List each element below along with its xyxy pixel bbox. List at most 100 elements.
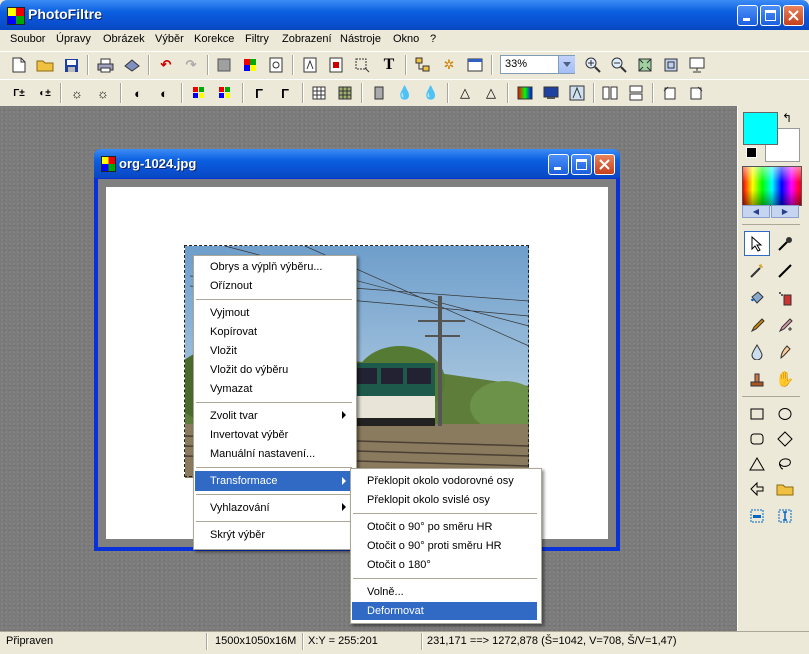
- menu-help[interactable]: ?: [430, 33, 436, 45]
- print-icon[interactable]: [95, 55, 115, 75]
- submenu-rotate-90-ccw[interactable]: Otočit o 90° proti směru HR: [367, 540, 502, 552]
- menu-item-cut[interactable]: Vyjmout: [210, 307, 249, 319]
- open-icon[interactable]: [35, 55, 55, 75]
- contrast-minus-icon[interactable]: ◐: [128, 83, 148, 103]
- explorer-icon[interactable]: [413, 55, 433, 75]
- brightness-minus-icon[interactable]: ☼: [67, 83, 87, 103]
- advanced-brush-tool-icon[interactable]: [772, 312, 798, 337]
- gamma-minus-icon[interactable]: Γ: [249, 83, 269, 103]
- menu-zobrazeni[interactable]: Zobrazení: [282, 33, 332, 45]
- menu-vyber[interactable]: Výběr: [155, 33, 184, 45]
- gradient-icon[interactable]: [515, 83, 535, 103]
- sharpen-icon[interactable]: [369, 83, 389, 103]
- auto-contrast-icon[interactable]: ◐±: [35, 83, 55, 103]
- text-select-icon[interactable]: [772, 503, 798, 528]
- palette-icon[interactable]: [240, 55, 260, 75]
- palette-next-button[interactable]: ▶: [771, 205, 799, 218]
- ellipse-select-icon[interactable]: [772, 401, 798, 426]
- save-icon[interactable]: [61, 55, 81, 75]
- window-icon[interactable]: [465, 55, 485, 75]
- grid-icon[interactable]: [309, 83, 329, 103]
- menu-soubor[interactable]: Soubor: [10, 33, 45, 45]
- maximize-button[interactable]: [760, 5, 781, 26]
- chevron-down-icon[interactable]: [558, 56, 575, 73]
- title-bar[interactable]: [0, 0, 809, 30]
- lasso-select-icon[interactable]: [772, 451, 798, 476]
- menu-item-transform[interactable]: Transformace: [210, 475, 277, 487]
- menu-filtry[interactable]: Filtry: [245, 33, 269, 45]
- fit-window-icon[interactable]: [635, 55, 655, 75]
- triangle-plus-icon[interactable]: △: [481, 83, 501, 103]
- fill-color-icon[interactable]: [214, 55, 234, 75]
- fill-bucket-tool-icon[interactable]: [744, 285, 770, 310]
- default-colors-icon[interactable]: [746, 147, 757, 158]
- crop-select-icon[interactable]: [352, 55, 372, 75]
- menu-okno[interactable]: Okno: [393, 33, 419, 45]
- menu-item-crop[interactable]: Oříznout: [210, 280, 252, 292]
- app-icon[interactable]: [7, 7, 25, 25]
- menu-obrazek[interactable]: Obrázek: [103, 33, 145, 45]
- eyedropper-tool-icon[interactable]: [772, 231, 798, 256]
- blur-icon[interactable]: 💧: [421, 83, 441, 103]
- menu-korekce[interactable]: Korekce: [194, 33, 234, 45]
- submenu-rotate-90-cw[interactable]: Otočit o 90° po směru HR: [367, 521, 492, 533]
- flip-horizontal-icon[interactable]: [600, 83, 620, 103]
- redo-icon[interactable]: ↷: [181, 55, 201, 75]
- diamond-select-icon[interactable]: [772, 426, 798, 451]
- submenu-flip-horizontal-axis[interactable]: Překlopit okolo vodorovné osy: [367, 475, 514, 487]
- close-button[interactable]: [783, 5, 804, 26]
- menu-upravy[interactable]: Úpravy: [56, 33, 91, 45]
- text-icon[interactable]: T: [379, 55, 399, 75]
- menu-item-paste-into[interactable]: Vložit do výběru: [210, 364, 288, 376]
- color-spectrum[interactable]: [742, 166, 802, 206]
- saturation-plus-icon[interactable]: [215, 83, 235, 103]
- blur-tool-icon[interactable]: [744, 339, 770, 364]
- stamp-tool-icon[interactable]: [744, 366, 770, 391]
- undo-icon[interactable]: ↶: [156, 55, 176, 75]
- drop-icon[interactable]: 💧: [395, 83, 415, 103]
- smudge-tool-icon[interactable]: [772, 339, 798, 364]
- line-tool-icon[interactable]: [772, 258, 798, 283]
- document-icon[interactable]: [101, 156, 116, 172]
- menu-item-hide-selection[interactable]: Skrýt výběr: [210, 529, 265, 541]
- new-icon[interactable]: [9, 55, 29, 75]
- zoom-in-icon[interactable]: [583, 55, 603, 75]
- menu-item-smoothing[interactable]: Vyhlazování: [210, 502, 270, 514]
- actual-size-icon[interactable]: [661, 55, 681, 75]
- submenu-free[interactable]: Volně...: [367, 586, 404, 598]
- palette-prev-button[interactable]: ◀: [742, 205, 770, 218]
- menu-item-invert[interactable]: Invertovat výběr: [210, 429, 288, 441]
- effect-icon[interactable]: [567, 83, 587, 103]
- saturation-minus-icon[interactable]: [189, 83, 209, 103]
- plugins-icon[interactable]: ✲: [439, 55, 459, 75]
- flip-vertical-icon[interactable]: [626, 83, 646, 103]
- brush-tool-icon[interactable]: [744, 312, 770, 337]
- swap-colors-icon[interactable]: ↰: [782, 111, 792, 125]
- menu-item-copy[interactable]: Kopírovat: [210, 326, 257, 338]
- submenu-flip-vertical-axis[interactable]: Překlopit okolo svislé osy: [367, 494, 490, 506]
- image-size-icon[interactable]: [300, 55, 320, 75]
- zoom-out-icon[interactable]: [609, 55, 629, 75]
- monitor-icon[interactable]: [541, 83, 561, 103]
- animation-icon[interactable]: [266, 55, 286, 75]
- fullscreen-icon[interactable]: [687, 55, 707, 75]
- auto-levels-icon[interactable]: Γ±: [9, 83, 29, 103]
- foreground-color-swatch[interactable]: [743, 112, 778, 145]
- menu-item-manual[interactable]: Manuální nastavení...: [210, 448, 315, 460]
- menu-item-shape[interactable]: Zvolit tvar: [210, 410, 258, 422]
- rounded-rectangle-select-icon[interactable]: [744, 426, 770, 451]
- contrast-plus-icon[interactable]: ◐: [154, 83, 174, 103]
- menu-item-outline-fill[interactable]: Obrys a výplň výběru...: [210, 261, 323, 273]
- select-all-icon[interactable]: [744, 503, 770, 528]
- menu-nastroje[interactable]: Nástroje: [340, 33, 381, 45]
- spray-tool-icon[interactable]: [772, 285, 798, 310]
- scan-icon[interactable]: [121, 55, 141, 75]
- doc-maximize-button[interactable]: [571, 154, 592, 175]
- open-shape-icon[interactable]: [772, 476, 798, 501]
- triangle-select-icon[interactable]: [744, 451, 770, 476]
- rectangle-select-icon[interactable]: [744, 401, 770, 426]
- submenu-distort[interactable]: Deformovat: [367, 605, 424, 617]
- doc-close-button[interactable]: [594, 154, 615, 175]
- rotate-right-icon[interactable]: [686, 83, 706, 103]
- hand-tool-icon[interactable]: ✋: [772, 366, 798, 391]
